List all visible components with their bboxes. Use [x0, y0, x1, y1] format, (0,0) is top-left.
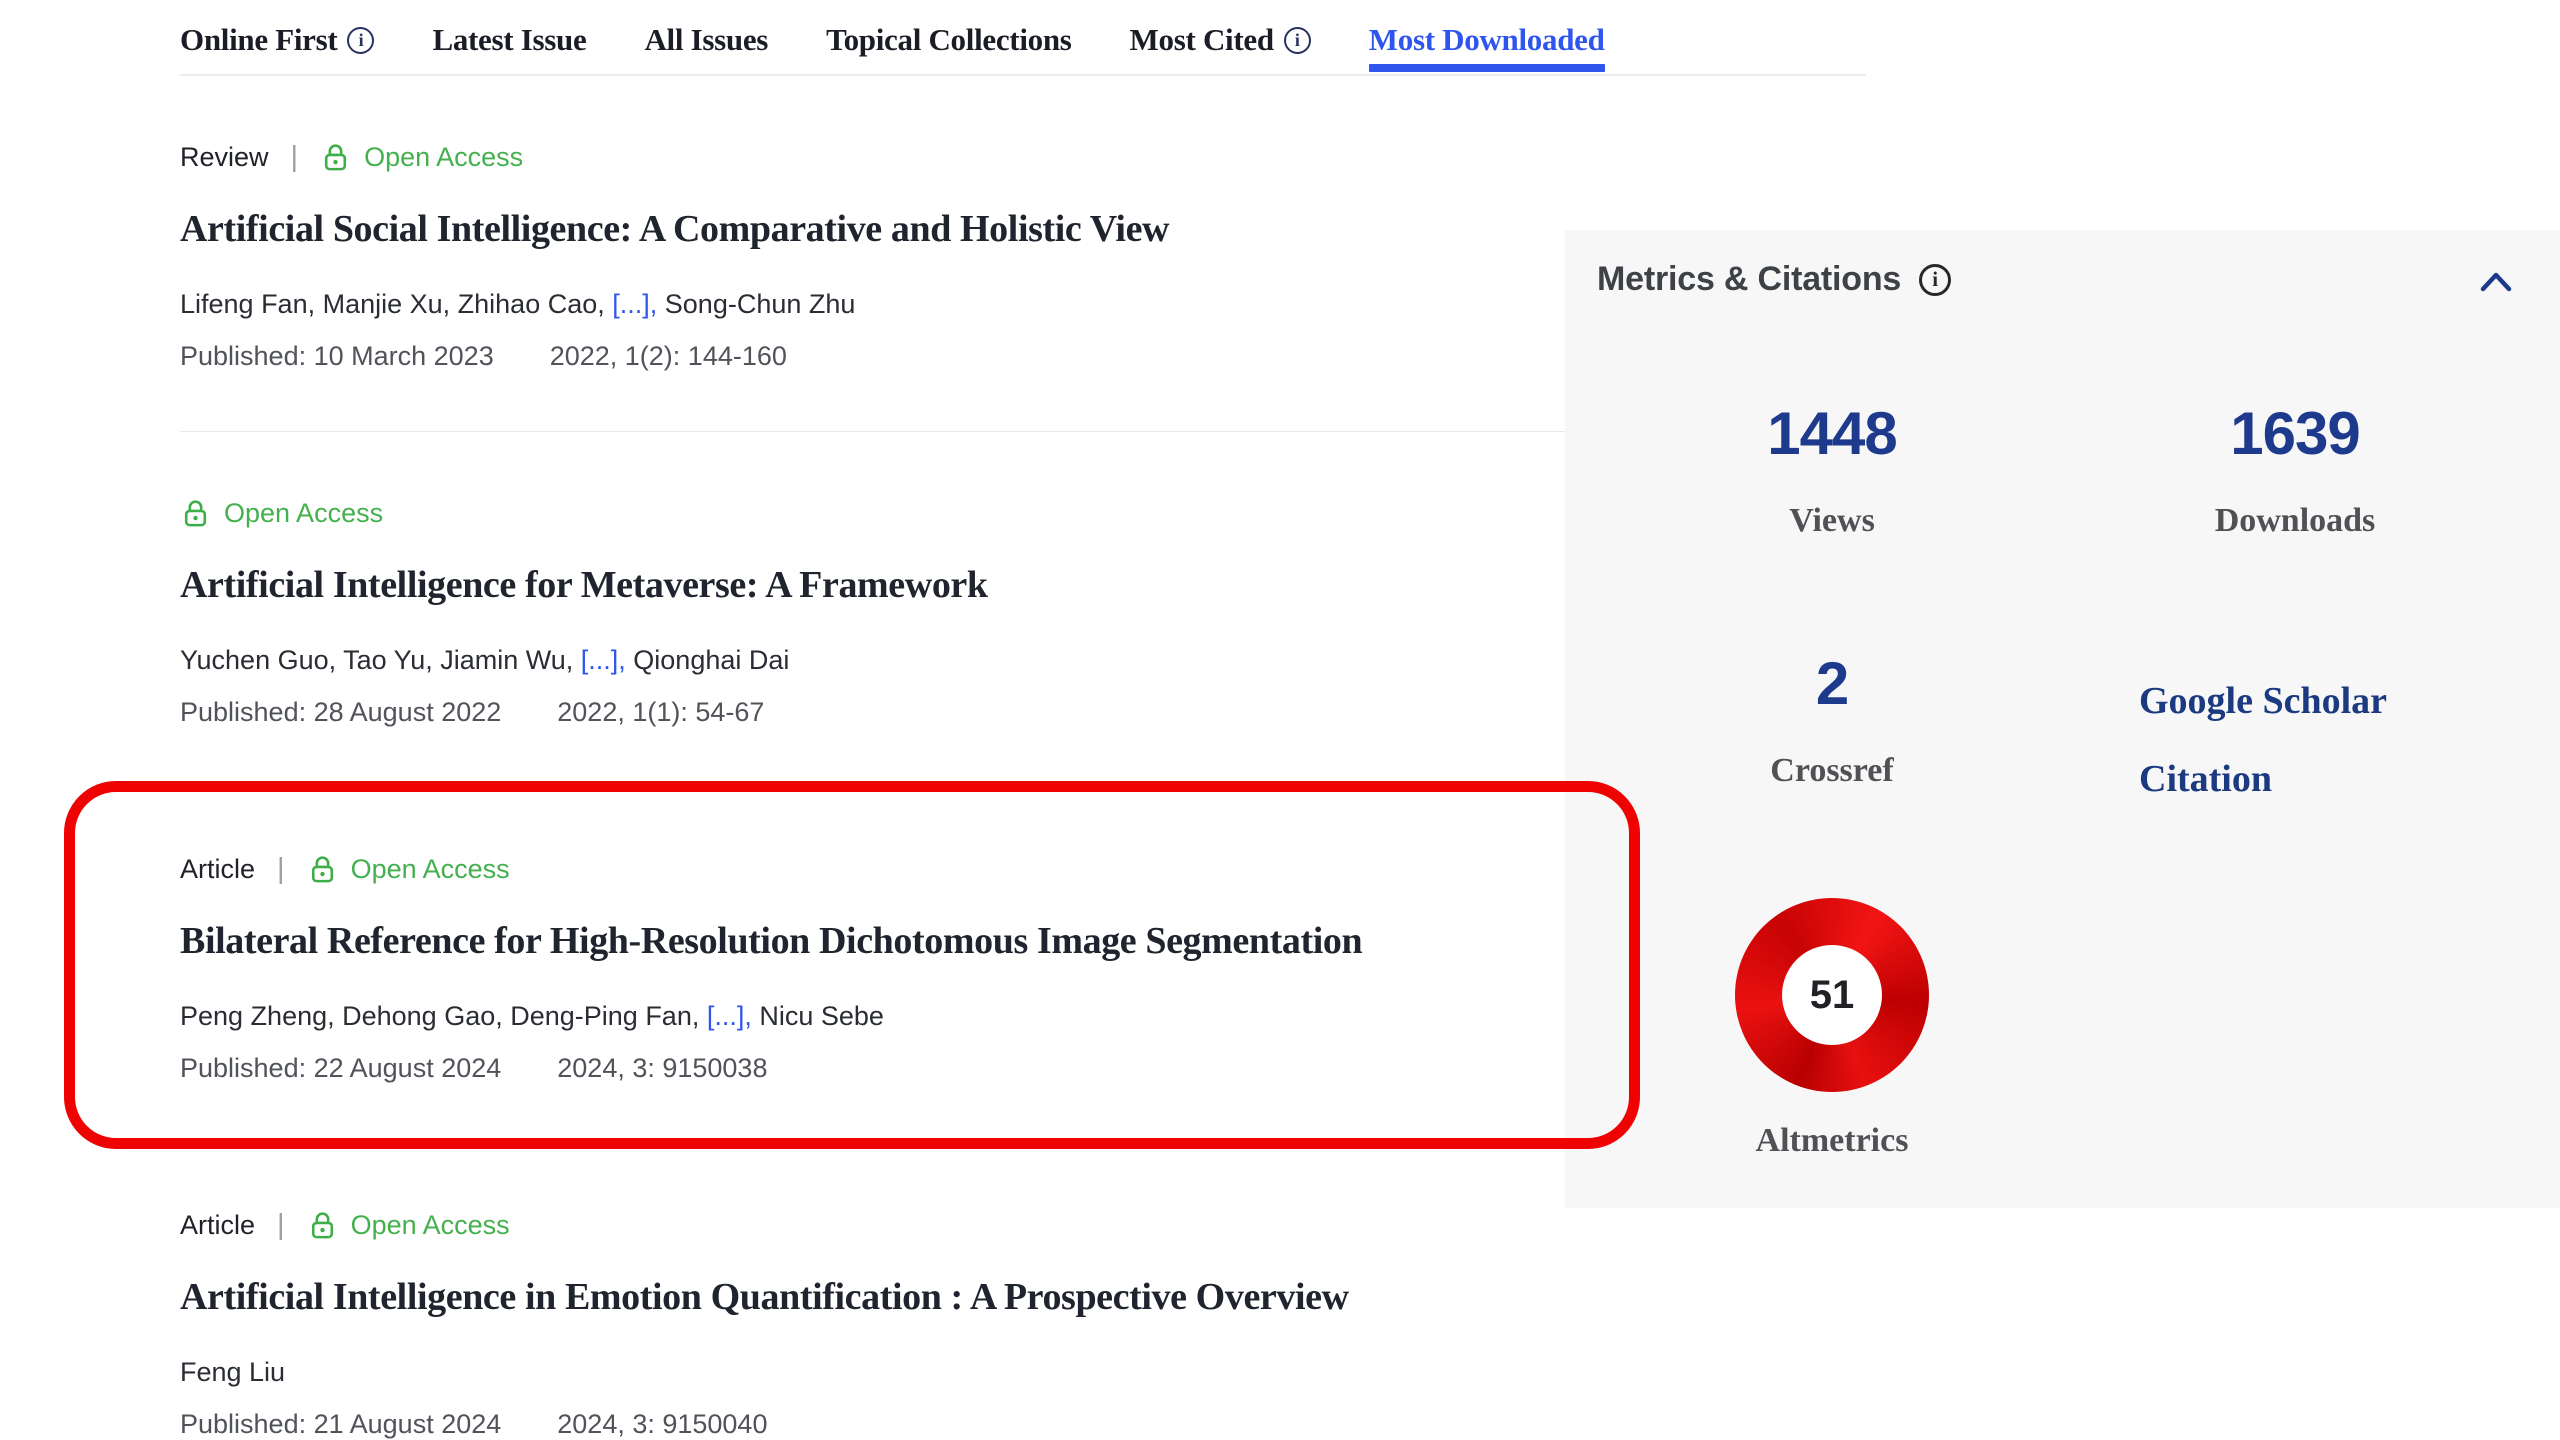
open-lock-icon	[307, 1210, 338, 1241]
altmetrics-stat: 51 Altmetrics	[1605, 898, 2059, 1160]
meta-separator: |	[277, 853, 285, 886]
tab-topical-collections-label: Topical Collections	[826, 20, 1071, 60]
article-meta-row: Article | Open Access	[180, 1207, 1570, 1243]
tab-latest-issue-label: Latest Issue	[432, 20, 586, 60]
authors-text: Nicu Sebe	[752, 1001, 884, 1031]
published-date: Published: 22 August 2024	[180, 1053, 501, 1083]
info-icon[interactable]: i	[347, 27, 374, 54]
tab-most-downloaded[interactable]: Most Downloaded	[1369, 20, 1605, 60]
article-published-row: Published: 22 August 2024 2024, 3: 915003…	[180, 1052, 1570, 1084]
volume-issue-pages: 2022, 1(1): 54-67	[557, 697, 764, 727]
crossref-count: 2	[1605, 648, 2059, 720]
published-date: Published: 28 August 2022	[180, 697, 501, 727]
info-icon[interactable]: i	[1284, 27, 1311, 54]
article-type-badge: Article	[180, 1210, 255, 1241]
views-count: 1448	[1605, 398, 2059, 470]
open-lock-icon	[180, 498, 211, 529]
altmetric-donut-badge[interactable]: 51	[1735, 898, 1929, 1092]
published-date: Published: 10 March 2023	[180, 341, 494, 371]
open-lock-icon	[307, 854, 338, 885]
tab-all-issues[interactable]: All Issues	[644, 20, 768, 60]
published-date: Published: 21 August 2024	[180, 1409, 501, 1439]
crossref-stat: 2 Crossref	[1605, 648, 2059, 790]
authors-text: Feng Liu	[180, 1357, 285, 1387]
article-authors: Lifeng Fan, Manjie Xu, Zhihao Cao, [...]…	[180, 288, 1570, 320]
article-card: Article | Open Access Bilateral Referenc…	[180, 851, 1570, 1144]
authors-text: Qionghai Dai	[626, 645, 790, 675]
tab-topical-collections[interactable]: Topical Collections	[826, 20, 1071, 60]
article-published-row: Published: 10 March 2023 2022, 1(2): 144-…	[180, 340, 1570, 372]
article-meta-row: Review | Open Access	[180, 139, 1570, 175]
authors-ellipsis-link[interactable]: [...],	[707, 1001, 752, 1031]
authors-ellipsis-link[interactable]: [...],	[581, 645, 626, 675]
tab-online-first-label: Online First	[180, 20, 337, 60]
open-lock-icon	[320, 142, 351, 173]
tab-most-downloaded-label: Most Downloaded	[1369, 20, 1605, 60]
crossref-label: Crossref	[1605, 752, 2059, 790]
downloads-count: 1639	[2065, 398, 2525, 470]
article-meta-row: Open Access	[180, 495, 1570, 531]
article-published-row: Published: 28 August 2022 2022, 1(1): 54-…	[180, 696, 1570, 728]
article-title-link[interactable]: Artificial Intelligence for Metaverse: A…	[180, 561, 988, 609]
meta-separator: |	[291, 141, 299, 174]
altmetrics-label: Altmetrics	[1605, 1122, 2059, 1160]
article-meta-row: Article | Open Access	[180, 851, 1570, 887]
volume-issue-pages: 2024, 3: 9150038	[557, 1053, 767, 1083]
volume-issue-pages: 2024, 3: 9150040	[557, 1409, 767, 1439]
chevron-up-icon[interactable]	[2478, 270, 2514, 294]
altmetric-score: 51	[1782, 945, 1882, 1045]
article-card: Article | Open Access Artificial Intelli…	[180, 1207, 1570, 1440]
info-icon[interactable]: i	[1919, 264, 1951, 296]
downloads-label: Downloads	[2065, 502, 2525, 540]
tab-most-cited-label: Most Cited	[1130, 20, 1274, 60]
tab-latest-issue[interactable]: Latest Issue	[432, 20, 586, 60]
open-access-badge: Open Access	[351, 854, 510, 885]
article-type-badge: Review	[180, 142, 269, 173]
volume-issue-pages: 2022, 1(2): 144-160	[550, 341, 787, 371]
article-card: Review | Open Access Artificial Social I…	[180, 139, 1570, 432]
authors-text: Lifeng Fan, Manjie Xu, Zhihao Cao,	[180, 289, 612, 319]
views-label: Views	[1605, 502, 2059, 540]
tab-most-cited[interactable]: Most Cited i	[1130, 20, 1311, 60]
article-authors: Feng Liu	[180, 1356, 1570, 1388]
downloads-stat: 1639 Downloads	[2065, 398, 2525, 540]
tab-online-first[interactable]: Online First i	[180, 20, 374, 60]
open-access-badge: Open Access	[224, 498, 383, 529]
metrics-citations-panel: Metrics & Citations i 1448 Views 1639 Do…	[1565, 230, 2560, 1208]
authors-text: Peng Zheng, Dehong Gao, Deng-Ping Fan,	[180, 1001, 707, 1031]
authors-ellipsis-link[interactable]: [...],	[612, 289, 657, 319]
article-published-row: Published: 21 August 2024 2024, 3: 915004…	[180, 1408, 1570, 1440]
metrics-panel-title: Metrics & Citations	[1597, 260, 1901, 299]
views-stat: 1448 Views	[1605, 398, 2059, 540]
authors-text: Song-Chun Zhu	[657, 289, 855, 319]
tab-all-issues-label: All Issues	[644, 20, 768, 60]
article-title-link[interactable]: Artificial Intelligence in Emotion Quant…	[180, 1273, 1349, 1321]
article-card: Open Access Artificial Intelligence for …	[180, 495, 1570, 788]
article-type-badge: Article	[180, 854, 255, 885]
authors-text: Yuchen Guo, Tao Yu, Jiamin Wu,	[180, 645, 581, 675]
article-list: Review | Open Access Artificial Social I…	[180, 139, 1570, 1440]
article-title-link[interactable]: Bilateral Reference for High-Resolution …	[180, 917, 1362, 965]
article-authors: Peng Zheng, Dehong Gao, Deng-Ping Fan, […	[180, 1000, 1570, 1032]
metrics-panel-header: Metrics & Citations i	[1597, 260, 1951, 299]
issue-tab-bar: Online First i Latest Issue All Issues T…	[180, 20, 1866, 76]
google-scholar-citation-link[interactable]: Google Scholar Citation	[2139, 662, 2509, 818]
open-access-badge: Open Access	[351, 1210, 510, 1241]
meta-separator: |	[277, 1209, 285, 1242]
article-authors: Yuchen Guo, Tao Yu, Jiamin Wu, [...], Qi…	[180, 644, 1570, 676]
article-title-link[interactable]: Artificial Social Intelligence: A Compar…	[180, 205, 1169, 253]
open-access-badge: Open Access	[364, 142, 523, 173]
journal-most-downloaded-page: Online First i Latest Issue All Issues T…	[0, 0, 2560, 1440]
